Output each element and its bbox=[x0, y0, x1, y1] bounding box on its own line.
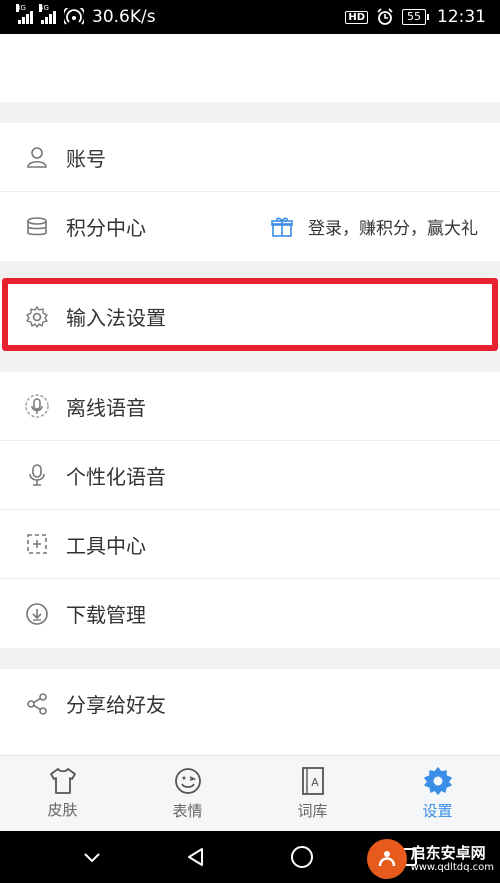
offline-voice-item[interactable]: 离线语音 bbox=[0, 372, 500, 441]
personal-voice-item[interactable]: 个性化语音 bbox=[0, 441, 500, 510]
points-hint: 登录，赚积分，赢大礼 bbox=[308, 219, 478, 239]
back-icon[interactable] bbox=[185, 846, 207, 868]
account-label: 账号 bbox=[66, 146, 106, 171]
bottom-tab-bar: 皮肤 表情 A 词库 设置 bbox=[0, 755, 500, 831]
alarm-icon bbox=[377, 8, 393, 25]
share-label: 分享给好友 bbox=[66, 693, 166, 717]
share-icon bbox=[24, 691, 50, 717]
book-icon: A bbox=[301, 767, 324, 795]
signal-3g-icon: 3G bbox=[16, 4, 33, 24]
download-icon bbox=[24, 601, 50, 627]
tshirt-icon bbox=[49, 768, 76, 794]
svg-text:A: A bbox=[311, 776, 319, 789]
hotspot-icon bbox=[64, 8, 84, 25]
gift-icon bbox=[271, 217, 293, 237]
battery-icon: 55 bbox=[402, 9, 429, 25]
smiley-icon bbox=[174, 768, 201, 794]
settings-gear-icon bbox=[423, 767, 452, 795]
group-account: 账号 积分中心 登录，赚积分，赢大礼 bbox=[0, 123, 500, 261]
database-icon bbox=[24, 214, 50, 240]
share-item[interactable]: 分享给好友 bbox=[0, 669, 500, 738]
account-item[interactable]: 账号 bbox=[0, 123, 500, 192]
watermark-url: www.qdltdq.com bbox=[410, 861, 494, 873]
tab-emoji[interactable]: 表情 bbox=[125, 756, 250, 831]
points-center-item[interactable]: 积分中心 登录，赚积分，赢大礼 bbox=[0, 192, 500, 261]
tab-settings[interactable]: 设置 bbox=[375, 756, 500, 831]
mic-icon bbox=[24, 462, 50, 488]
group-share: 分享给好友 bbox=[0, 669, 500, 755]
highlight-box bbox=[2, 278, 498, 351]
watermark-logo-icon bbox=[366, 839, 407, 879]
header-area bbox=[0, 34, 500, 102]
user-icon bbox=[24, 144, 50, 170]
tools-center-label: 工具中心 bbox=[66, 533, 146, 558]
tools-center-item[interactable]: 工具中心 bbox=[0, 510, 500, 579]
points-label: 积分中心 bbox=[66, 216, 146, 240]
group-voice-tools: 离线语音 个性化语音 工具中心 下载管理 bbox=[0, 372, 500, 648]
watermark: 启东安卓网 www.qdltdq.com bbox=[366, 839, 494, 879]
personal-voice-label: 个性化语音 bbox=[66, 464, 166, 489]
clock: 12:31 bbox=[437, 7, 486, 27]
tab-dictionary[interactable]: A 词库 bbox=[250, 756, 375, 831]
tools-plus-icon bbox=[24, 531, 50, 557]
offline-mic-icon bbox=[24, 393, 50, 419]
watermark-title: 启东安卓网 bbox=[410, 844, 486, 863]
download-manager-item[interactable]: 下载管理 bbox=[0, 579, 500, 648]
tab-skin[interactable]: 皮肤 bbox=[0, 756, 125, 831]
chevron-down-icon[interactable] bbox=[82, 850, 102, 864]
signal-4g-icon: 4G bbox=[39, 4, 56, 24]
home-icon[interactable] bbox=[290, 845, 314, 869]
status-bar: 3G 4G 30.6K/s HD 55 12:31 bbox=[0, 0, 500, 34]
net-speed: 30.6K/s bbox=[92, 7, 156, 27]
download-manager-label: 下载管理 bbox=[66, 603, 146, 627]
hd-badge: HD bbox=[345, 10, 368, 24]
offline-voice-label: 离线语音 bbox=[66, 395, 146, 420]
